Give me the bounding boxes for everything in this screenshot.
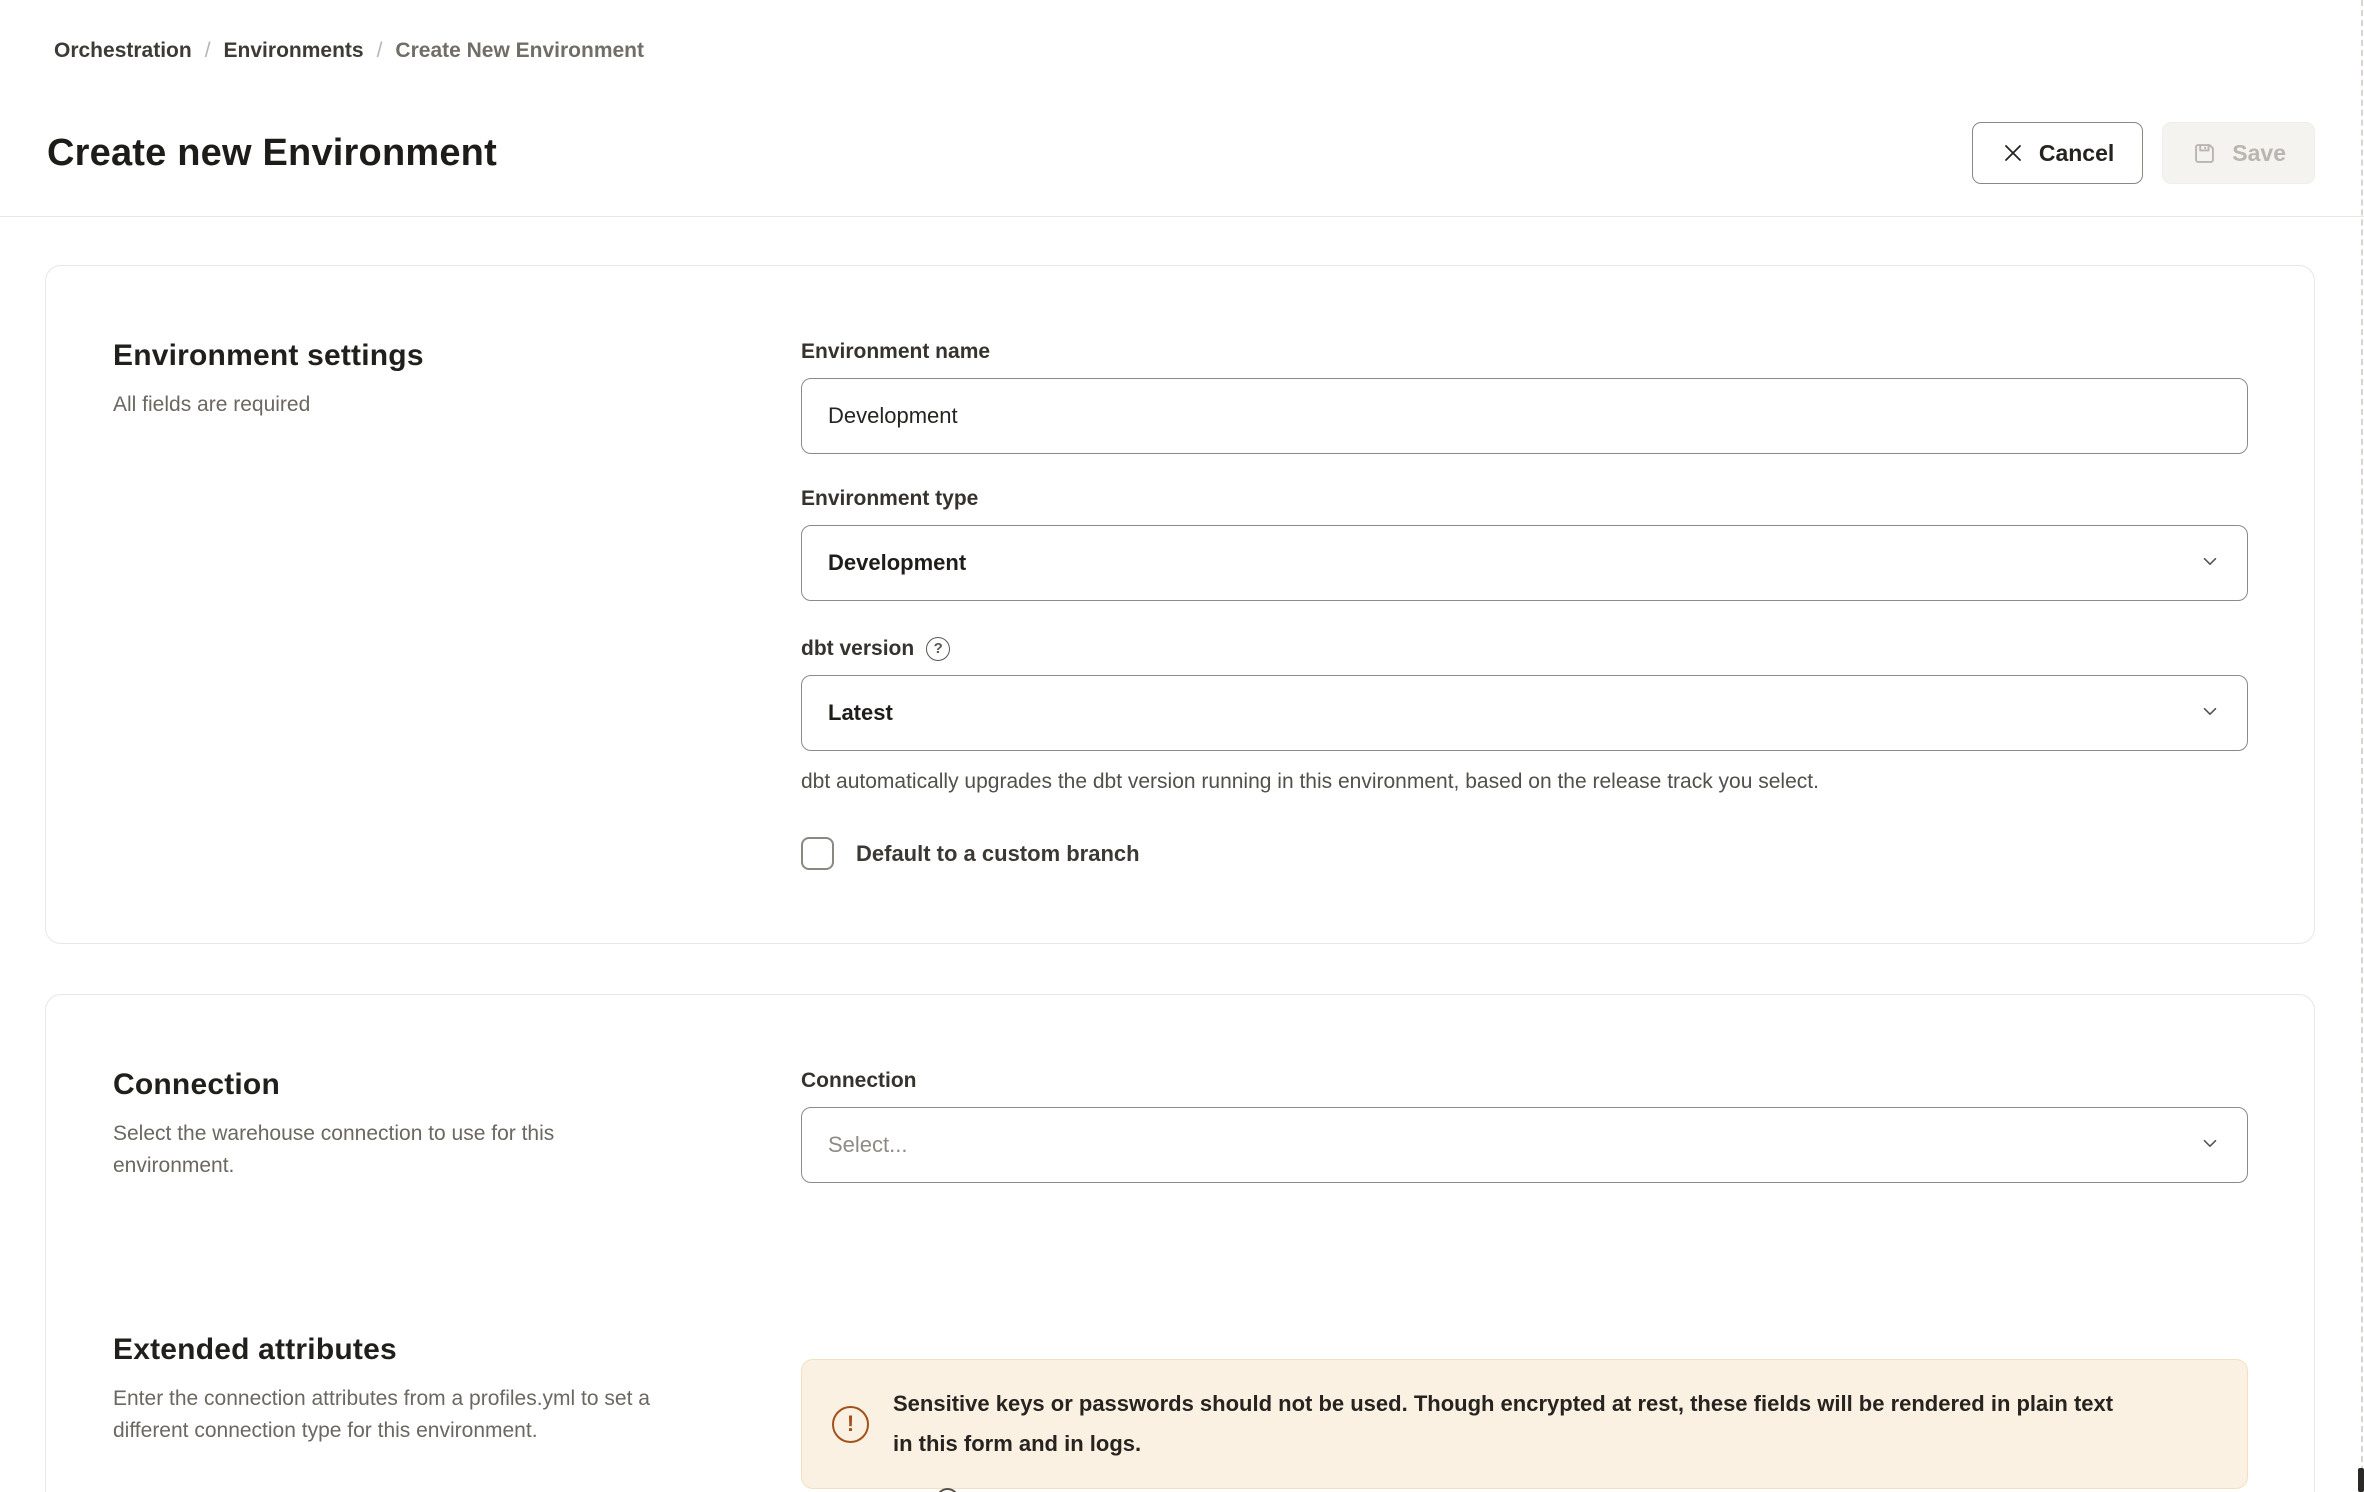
cancel-button-label: Cancel <box>2039 140 2114 167</box>
environment-settings-heading: Environment settings <box>113 339 801 373</box>
dbt-version-label: dbt version <box>801 636 914 662</box>
help-icon[interactable]: ? <box>926 637 950 661</box>
environment-type-select[interactable]: Development <box>801 525 2248 601</box>
connection-label: Connection <box>801 1068 2248 1094</box>
dbt-version-helper-text: dbt automatically upgrades the dbt versi… <box>801 768 2248 795</box>
connection-intro: Connection Select the warehouse connecti… <box>113 1068 801 1183</box>
page-header: Create new Environment Cancel <box>0 64 2364 192</box>
environment-name-label: Environment name <box>801 339 2248 365</box>
breadcrumb-current-page: Create New Environment <box>395 38 644 64</box>
chevron-down-icon <box>2199 1132 2221 1159</box>
breadcrumb: Orchestration / Environments / Create Ne… <box>54 38 2315 64</box>
header-actions: Cancel Save <box>1972 122 2315 184</box>
main-content: Environment settings All fields are requ… <box>0 217 2364 1492</box>
dbt-version-value: Latest <box>828 700 893 726</box>
environment-name-input[interactable] <box>801 378 2248 454</box>
save-button-label: Save <box>2232 140 2286 167</box>
connection-select[interactable]: Select... <box>801 1107 2248 1183</box>
connection-description: Select the warehouse connection to use f… <box>113 1118 673 1182</box>
save-button[interactable]: Save <box>2162 122 2315 184</box>
extended-attributes-form: ! Sensitive keys or passwords should not… <box>801 1333 2248 1489</box>
environment-settings-intro: Environment settings All fields are requ… <box>113 339 801 870</box>
extended-attributes-description: Enter the connection attributes from a p… <box>113 1383 693 1447</box>
connection-card: Connection Select the warehouse connecti… <box>45 994 2315 1492</box>
custom-branch-checkbox[interactable] <box>801 837 834 870</box>
create-environment-page: Orchestration / Environments / Create Ne… <box>0 0 2364 1492</box>
chevron-down-icon <box>2199 700 2221 727</box>
alert-icon: ! <box>832 1406 869 1443</box>
sensitive-keys-warning-text: Sensitive keys or passwords should not b… <box>893 1384 2123 1464</box>
environment-settings-form: Environment name Environment type Develo… <box>801 339 2248 870</box>
connection-placeholder: Select... <box>828 1132 907 1158</box>
page-title: Create new Environment <box>47 132 497 175</box>
breadcrumb-separator: / <box>205 38 211 64</box>
environment-settings-subheading: All fields are required <box>113 389 801 421</box>
custom-branch-row: Default to a custom branch <box>801 837 2248 870</box>
close-icon <box>2001 141 2025 165</box>
connection-heading: Connection <box>113 1068 801 1102</box>
topbar: Orchestration / Environments / Create Ne… <box>0 0 2364 64</box>
dbt-version-label-row: dbt version ? <box>801 636 2248 662</box>
cancel-button[interactable]: Cancel <box>1972 122 2143 184</box>
breadcrumb-environments[interactable]: Environments <box>224 38 364 64</box>
save-icon <box>2191 140 2218 167</box>
dbt-version-select[interactable]: Latest <box>801 675 2248 751</box>
connection-form: Connection Select... <box>801 1068 2248 1183</box>
extended-attributes-heading: Extended attributes <box>113 1333 801 1367</box>
breadcrumb-separator: / <box>377 38 383 64</box>
breadcrumb-orchestration[interactable]: Orchestration <box>54 38 192 64</box>
environment-settings-card: Environment settings All fields are requ… <box>45 265 2315 944</box>
page-right-edge-divider <box>2361 0 2363 1492</box>
chevron-down-icon <box>2199 550 2221 577</box>
scrollbar-thumb[interactable] <box>2358 1468 2364 1492</box>
environment-type-label: Environment type <box>801 486 2248 512</box>
sensitive-keys-warning-banner: ! Sensitive keys or passwords should not… <box>801 1359 2248 1489</box>
environment-type-value: Development <box>828 550 966 576</box>
extended-attributes-intro: Extended attributes Enter the connection… <box>113 1333 801 1489</box>
custom-branch-label: Default to a custom branch <box>856 841 1140 867</box>
